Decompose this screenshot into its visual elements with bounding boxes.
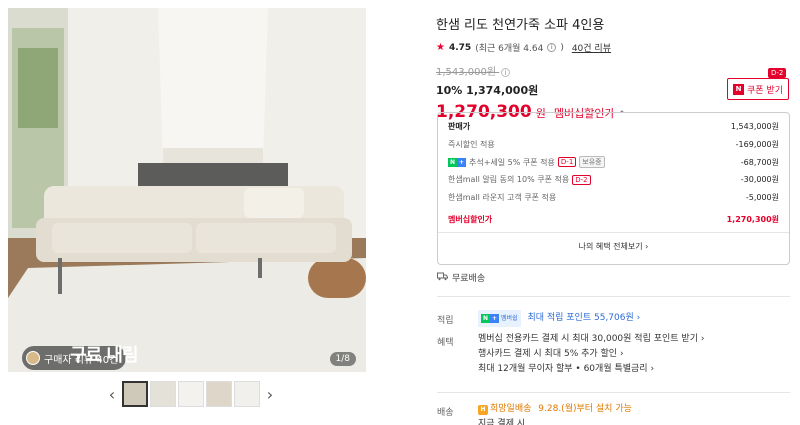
npay-icon: N + bbox=[448, 157, 466, 167]
breakdown-label-text: 한샘mall 알림 동의 10% 쿠폰 적용 bbox=[448, 175, 570, 184]
delivery-label: 배송 bbox=[437, 408, 454, 418]
breakdown-row: 한샘mall 라운지 고객 쿠폰 적용 -5,000원 bbox=[448, 192, 779, 203]
image-overlay-text: 구료 내림 bbox=[70, 345, 139, 366]
divider bbox=[437, 296, 790, 297]
breakdown-row: 판매가 1,543,000원 bbox=[448, 121, 779, 132]
breakdown-total-row: 멤버십할인가 1,270,300원 bbox=[448, 214, 779, 225]
reviewer-avatar bbox=[26, 351, 40, 365]
shipping-row: 무료배송 bbox=[437, 271, 485, 284]
delivery-badge: H 희망일배송 bbox=[478, 402, 531, 417]
original-price: 1,543,000원 i bbox=[436, 63, 791, 78]
owned-tag: 보유중 bbox=[579, 156, 605, 168]
thumbnail-1[interactable] bbox=[122, 381, 148, 407]
breakdown-row: 즉시할인 적용 -169,000원 bbox=[448, 139, 779, 150]
delivery-badge-text: 희망일배송 bbox=[490, 404, 532, 414]
points-badge-text: 멤버쉽 bbox=[501, 315, 518, 322]
points-row[interactable]: N + 멤버쉽 최대 적립 포인트 55,706원 › bbox=[478, 310, 640, 327]
breakdown-value: -68,700원 bbox=[740, 157, 779, 167]
star-icon: ★ bbox=[436, 42, 445, 53]
benefits-list: 멤버십 전용카드 결제 시 최대 30,000원 적립 포인트 받기 › 행사카… bbox=[478, 332, 704, 377]
benefit-item[interactable]: 멤버십 전용카드 결제 시 최대 30,000원 적립 포인트 받기 › bbox=[478, 332, 704, 347]
naver-n-icon: N bbox=[733, 83, 744, 95]
image-counter: 1/8 bbox=[329, 352, 356, 366]
breakdown-label: N + 추석+세일 5% 쿠폰 적용 D-1 보유중 bbox=[448, 156, 605, 168]
thumbnail-2[interactable] bbox=[150, 381, 176, 407]
breakdown-label: 판매가 bbox=[448, 122, 471, 131]
breakdown-label: 한샘mall 라운지 고객 쿠폰 적용 bbox=[448, 193, 557, 202]
divider bbox=[438, 232, 789, 233]
coupon-button-label: 쿠폰 받기 bbox=[747, 85, 783, 96]
dday-tag: D-2 bbox=[572, 174, 591, 185]
rating-row: ★ 4.75 (최근 6개월 4.64 i ) 40건 리뷰 bbox=[436, 41, 611, 54]
delivery-date: 9.28.(월)부터 설치 가능 bbox=[538, 404, 632, 414]
coupon-button[interactable]: N 쿠폰 받기 bbox=[727, 78, 789, 100]
breakdown-row: N + 추석+세일 5% 쿠폰 적용 D-1 보유중 -68,700원 bbox=[448, 156, 779, 168]
review-link[interactable]: 40건 리뷰 bbox=[572, 41, 611, 54]
delivery-icon: H bbox=[478, 404, 488, 415]
benefit-item[interactable]: 행사카드 결제 시 최대 5% 추가 할인 › bbox=[478, 347, 704, 362]
view-all-benefits-link[interactable]: 나의 혜택 전체보기 › bbox=[438, 241, 789, 252]
breakdown-total-label: 멤버십할인가 bbox=[448, 215, 493, 224]
breakdown-value: -169,000원 bbox=[735, 140, 779, 149]
breakdown-value: 1,543,000원 bbox=[730, 122, 779, 131]
recent-rating: (최근 6개월 4.64 bbox=[475, 44, 544, 54]
shipping-label: 무료배송 bbox=[452, 274, 486, 284]
thumbnail-3[interactable] bbox=[178, 381, 204, 407]
thumb-prev-icon[interactable]: ‹ bbox=[104, 385, 120, 404]
delivery-sub: 지금 결제 시 bbox=[478, 419, 526, 425]
points-badge: N + 멤버쉽 bbox=[478, 310, 521, 327]
delivery-row: H 희망일배송 9.28.(월)부터 설치 가능 지금 결제 시 bbox=[478, 402, 632, 425]
divider bbox=[437, 392, 790, 393]
breakdown-row: 한샘mall 알림 동의 10% 쿠폰 적용 D-2 -30,000원 bbox=[448, 174, 779, 185]
benefit-item[interactable]: 최대 12개월 무이자 할부 • 60개월 특별금리 › bbox=[478, 362, 704, 377]
thumbnail-strip: ‹ › bbox=[104, 381, 278, 407]
original-price-text: 1,543,000원 bbox=[436, 67, 497, 78]
product-image[interactable]: 구매자 리뷰 40건 구료 내림 1/8 bbox=[8, 8, 366, 372]
product-info: 한샘 리도 천연가죽 소파 4인용 ★ 4.75 (최근 6개월 4.64 i … bbox=[436, 10, 791, 122]
product-title: 한샘 리도 천연가죽 소파 4인용 bbox=[436, 18, 605, 33]
breakdown-value: -30,000원 bbox=[740, 175, 779, 184]
breakdown-label: 즉시할인 적용 bbox=[448, 140, 495, 149]
breakdown-total-value: 1,270,300원 bbox=[726, 215, 779, 224]
points-label: 적립 bbox=[437, 316, 454, 326]
rating-score: 4.75 bbox=[448, 42, 472, 53]
breakdown-value: -5,000원 bbox=[745, 193, 779, 202]
points-text: 최대 적립 포인트 55,706원 › bbox=[527, 313, 641, 323]
dday-tag: D-1 bbox=[557, 157, 577, 167]
thumbnail-5[interactable] bbox=[234, 381, 260, 407]
coupon-dday-badge: D-2 bbox=[768, 68, 787, 78]
breakdown-label: 한샘mall 알림 동의 10% 쿠폰 적용 D-2 bbox=[448, 174, 591, 185]
benefits-label: 혜택 bbox=[437, 338, 454, 348]
npay-icon: N + bbox=[481, 314, 499, 323]
breakdown-label-text: 추석+세일 5% 쿠폰 적용 bbox=[469, 157, 555, 167]
price-breakdown: 판매가 1,543,000원 즉시할인 적용 -169,000원 N + 추석+세… bbox=[437, 112, 790, 265]
thumbnail-4[interactable] bbox=[206, 381, 232, 407]
truck-icon bbox=[437, 272, 448, 284]
info-icon[interactable]: i bbox=[547, 43, 557, 52]
price-info-icon[interactable]: i bbox=[501, 68, 511, 77]
thumb-next-icon[interactable]: › bbox=[262, 385, 278, 404]
